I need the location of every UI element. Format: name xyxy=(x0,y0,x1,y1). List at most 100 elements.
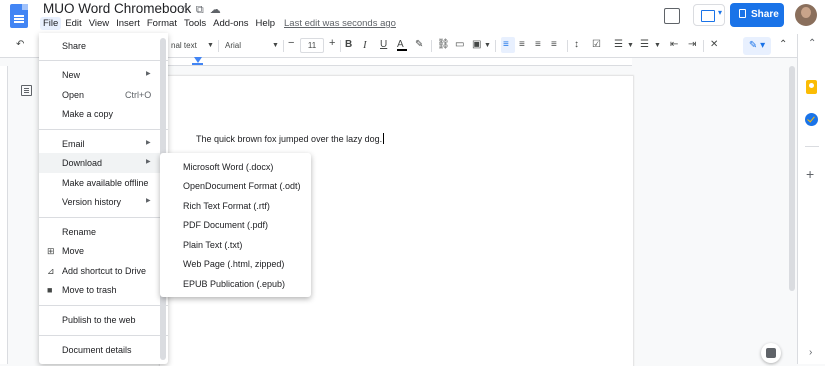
document-outline-icon[interactable] xyxy=(21,85,32,96)
avatar[interactable] xyxy=(795,4,817,26)
menu-file[interactable]: File xyxy=(40,17,62,30)
cloud-status-icon[interactable]: ☁ xyxy=(210,4,221,16)
menu-item-label: Publish to the web xyxy=(62,315,136,325)
menu-item-publish[interactable]: Publish to the web xyxy=(39,310,168,330)
submenu-arrow-icon: ▶ xyxy=(146,71,151,77)
scrollbar[interactable] xyxy=(789,66,795,291)
menu-item-label: New xyxy=(62,70,81,80)
clear-formatting-icon[interactable]: ✕ xyxy=(710,39,718,50)
paragraph-style-dropdown[interactable]: nal text xyxy=(171,41,197,50)
highlight-color-icon[interactable]: ✎ xyxy=(415,39,423,50)
menu-item-open[interactable]: Open Ctrl+O xyxy=(39,85,168,105)
document-body-text[interactable]: The quick brown fox jumped over the lazy… xyxy=(196,133,385,144)
text-color-button[interactable]: A xyxy=(397,39,407,51)
explore-icon[interactable] xyxy=(761,343,781,363)
menu-item-make-copy[interactable]: Make a copy xyxy=(39,104,168,124)
checklist-icon[interactable]: ☑ xyxy=(592,39,601,50)
increase-indent-icon[interactable]: ⇥ xyxy=(688,39,696,50)
move-folder-icon[interactable]: ⧉ xyxy=(196,4,204,16)
editing-mode-button[interactable]: ✎ ▾ xyxy=(743,37,771,55)
keep-icon[interactable] xyxy=(806,80,817,94)
tasks-icon[interactable] xyxy=(805,113,818,126)
bulleted-list-icon[interactable]: ☰ xyxy=(614,39,623,50)
increase-font-size-button[interactable]: + xyxy=(329,37,335,49)
menu-item-trash[interactable]: ■ Move to trash xyxy=(39,280,168,300)
decrease-font-size-button[interactable]: − xyxy=(288,37,294,49)
menu-item-label: Move to trash xyxy=(62,285,117,295)
download-epub[interactable]: EPUB Publication (.epub) xyxy=(160,274,311,294)
menu-item-move[interactable]: ⊞ Move xyxy=(39,241,168,261)
vertical-ruler[interactable] xyxy=(0,66,8,364)
submenu-arrow-icon: ▶ xyxy=(146,159,151,165)
menu-item-label: Download xyxy=(62,158,103,168)
share-button[interactable]: Share xyxy=(730,3,784,27)
download-html[interactable]: Web Page (.html, zipped) xyxy=(160,254,311,274)
align-center-icon[interactable]: ≡ xyxy=(519,39,525,50)
chevron-up-icon[interactable]: ⌃ xyxy=(808,38,816,49)
menu-item-new[interactable]: New ▶ xyxy=(39,65,168,85)
menu-help[interactable]: Help xyxy=(253,17,279,30)
chevron-down-icon: ▼ xyxy=(272,42,279,49)
insert-image-icon[interactable]: ▣ xyxy=(472,39,481,50)
chevron-down-icon: ▼ xyxy=(654,42,661,49)
bold-button[interactable]: B xyxy=(345,39,352,50)
menu-insert[interactable]: Insert xyxy=(113,17,143,30)
menu-item-details[interactable]: Document details xyxy=(39,340,168,360)
font-size-input[interactable]: 11 xyxy=(300,38,324,53)
download-txt[interactable]: Plain Text (.txt) xyxy=(160,235,311,255)
menu-addons[interactable]: Add-ons xyxy=(210,17,251,30)
download-pdf[interactable]: PDF Document (.pdf) xyxy=(160,215,311,235)
menu-item-label: Move xyxy=(62,246,85,256)
menu-item-version-history[interactable]: Version history ▶ xyxy=(39,192,168,212)
menu-view[interactable]: View xyxy=(86,17,112,30)
menu-item-add-shortcut[interactable]: ⊿ Add shortcut to Drive xyxy=(39,261,168,281)
collapse-menus-icon[interactable]: ⌃ xyxy=(779,39,787,50)
menu-item-email[interactable]: Email ▶ xyxy=(39,134,168,154)
download-submenu: Microsoft Word (.docx) OpenDocument Form… xyxy=(160,153,311,297)
menu-item-offline[interactable]: Make available offline xyxy=(39,173,168,193)
download-rtf[interactable]: Rich Text Format (.rtf) xyxy=(160,196,311,216)
menu-item-label: Share xyxy=(62,41,87,51)
menu-item-label: Make a copy xyxy=(62,109,114,119)
align-left-icon[interactable]: ≡ xyxy=(503,39,509,50)
menu-item-label: Email xyxy=(62,139,85,149)
justify-icon[interactable]: ≡ xyxy=(551,39,557,50)
shortcut-label: Ctrl+O xyxy=(125,90,152,100)
chevron-right-icon[interactable]: › xyxy=(809,347,812,358)
line-spacing-icon[interactable]: ↕ xyxy=(574,39,579,50)
submenu-item-label: PDF Document (.pdf) xyxy=(183,220,269,230)
align-right-icon[interactable]: ≡ xyxy=(535,39,541,50)
add-addon-icon[interactable]: + xyxy=(806,166,814,182)
menu-item-download[interactable]: Download ▶ xyxy=(39,153,168,173)
submenu-arrow-icon: ▶ xyxy=(146,198,151,204)
decrease-indent-icon[interactable]: ⇤ xyxy=(670,39,678,50)
submenu-item-label: Web Page (.html, zipped) xyxy=(183,259,285,269)
divider xyxy=(283,40,284,52)
comment-history-icon[interactable] xyxy=(664,8,680,24)
first-line-indent-marker[interactable] xyxy=(192,63,203,65)
horizontal-ruler[interactable] xyxy=(166,58,632,66)
divider xyxy=(567,40,568,52)
document-title[interactable]: MUO Word Chromebook xyxy=(43,1,191,16)
menu-format[interactable]: Format xyxy=(144,17,180,30)
docs-logo-icon[interactable] xyxy=(10,4,28,28)
undo-icon[interactable]: ↶ xyxy=(16,39,24,50)
insert-link-icon[interactable]: ⛓ xyxy=(437,39,450,50)
divider xyxy=(340,40,341,52)
menu-tools[interactable]: Tools xyxy=(181,17,209,30)
present-button[interactable] xyxy=(693,4,725,26)
last-edit-link[interactable]: Last edit was seconds ago xyxy=(284,18,396,29)
add-comment-icon[interactable]: ▭ xyxy=(455,39,464,50)
divider xyxy=(431,40,432,52)
download-docx[interactable]: Microsoft Word (.docx) xyxy=(160,157,311,177)
download-odt[interactable]: OpenDocument Format (.odt) xyxy=(160,176,311,196)
underline-button[interactable]: U xyxy=(380,39,387,50)
menu-item-share[interactable]: Share xyxy=(39,36,168,56)
star-icon[interactable]: ☆ xyxy=(180,4,190,16)
font-dropdown[interactable]: Arial xyxy=(225,41,241,50)
menu-item-rename[interactable]: Rename xyxy=(39,222,168,242)
menu-item-label: Make available offline xyxy=(62,178,149,188)
menu-edit[interactable]: Edit xyxy=(62,17,84,30)
numbered-list-icon[interactable]: ☰ xyxy=(640,39,649,50)
italic-button[interactable]: I xyxy=(363,39,367,51)
